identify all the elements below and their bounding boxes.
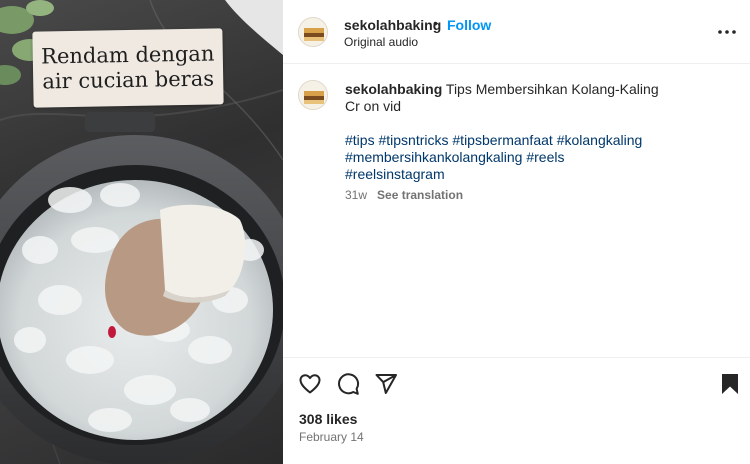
post-media[interactable]: Rendam dengan air cucian beras xyxy=(0,0,283,464)
caption-avatar[interactable] xyxy=(298,80,328,110)
caption-credit: Cr on vid xyxy=(345,98,402,114)
hashtag-link[interactable]: #reels xyxy=(526,149,564,165)
like-count[interactable]: 308 likes xyxy=(299,411,357,427)
audio-link[interactable]: Original audio xyxy=(344,35,418,49)
caption-username[interactable]: sekolahbaking xyxy=(345,81,442,97)
action-bar xyxy=(283,357,750,407)
caption-title: Tips Membersihkan Kolang-Kaling xyxy=(445,81,659,97)
hashtag-link[interactable]: #membersihkankolangkaling xyxy=(345,149,522,165)
avatar-image xyxy=(299,18,327,46)
avatar-image xyxy=(299,81,327,109)
follow-button[interactable]: Follow xyxy=(447,17,491,33)
avatar[interactable] xyxy=(298,17,328,47)
hashtag-list: #tips #tipsntricks #tipsbermanfaat #kola… xyxy=(345,132,665,183)
hashtag-link[interactable]: #reelsinstagram xyxy=(345,166,445,182)
caption-title-line: sekolahbaking Tips Membersihkan Kolang-K… xyxy=(345,81,740,98)
overlay-caption-text: Rendam dengan air cucian beras xyxy=(40,41,215,94)
post-age: 31w xyxy=(345,188,368,202)
hashtag-link[interactable]: #kolangkaling xyxy=(557,132,643,148)
post-username[interactable]: sekolahbaking xyxy=(344,17,441,33)
caption-meta: 31w See translation xyxy=(345,187,740,204)
hashtag-link[interactable]: #tipsntricks xyxy=(378,132,448,148)
hashtag-link[interactable]: #tipsbermanfaat xyxy=(452,132,552,148)
bookmark-icon[interactable] xyxy=(718,372,742,396)
more-options-icon[interactable] xyxy=(717,22,737,42)
post-header: sekolahbaking • Follow Original audio xyxy=(283,0,750,64)
overlay-caption: Rendam dengan air cucian beras xyxy=(32,28,224,108)
post-date[interactable]: February 14 xyxy=(299,430,364,444)
see-translation-button[interactable]: See translation xyxy=(377,188,463,202)
separator-dot: • xyxy=(433,15,438,31)
caption-body: sekolahbaking Tips Membersihkan Kolang-K… xyxy=(345,81,740,204)
post-panel: sekolahbaking • Follow Original audio se… xyxy=(283,0,750,464)
heart-icon[interactable] xyxy=(298,372,322,396)
hashtag-link[interactable]: #tips xyxy=(345,132,375,148)
comment-icon[interactable] xyxy=(336,372,360,396)
share-icon[interactable] xyxy=(374,372,398,396)
